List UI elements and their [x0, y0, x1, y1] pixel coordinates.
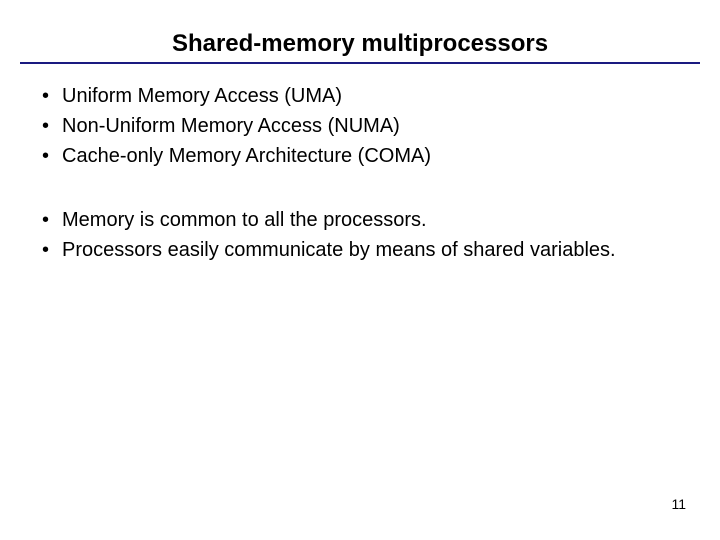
bullet-icon: •: [38, 112, 62, 140]
slide: Shared-memory multiprocessors • Uniform …: [0, 0, 720, 540]
page-number: 11: [671, 496, 686, 512]
bullet-icon: •: [38, 236, 62, 264]
list-item: • Processors easily communicate by means…: [38, 236, 700, 264]
list-item: • Cache-only Memory Architecture (COMA): [38, 142, 700, 170]
list-item: • Memory is common to all the processors…: [38, 206, 700, 234]
bullet-text: Cache-only Memory Architecture (COMA): [62, 142, 700, 170]
spacer: [20, 172, 700, 206]
bullet-text: Processors easily communicate by means o…: [62, 236, 700, 264]
bullet-icon: •: [38, 142, 62, 170]
bullet-group-2: • Memory is common to all the processors…: [20, 206, 700, 264]
bullet-text: Uniform Memory Access (UMA): [62, 82, 700, 110]
slide-title: Shared-memory multiprocessors: [172, 30, 548, 58]
title-wrap: Shared-memory multiprocessors: [20, 30, 700, 58]
bullet-icon: •: [38, 82, 62, 110]
list-item: • Non-Uniform Memory Access (NUMA): [38, 112, 700, 140]
bullet-text: Non-Uniform Memory Access (NUMA): [62, 112, 700, 140]
list-item: • Uniform Memory Access (UMA): [38, 82, 700, 110]
title-underline: [20, 62, 700, 64]
bullet-text: Memory is common to all the processors.: [62, 206, 700, 234]
bullet-group-1: • Uniform Memory Access (UMA) • Non-Unif…: [20, 82, 700, 170]
bullet-icon: •: [38, 206, 62, 234]
